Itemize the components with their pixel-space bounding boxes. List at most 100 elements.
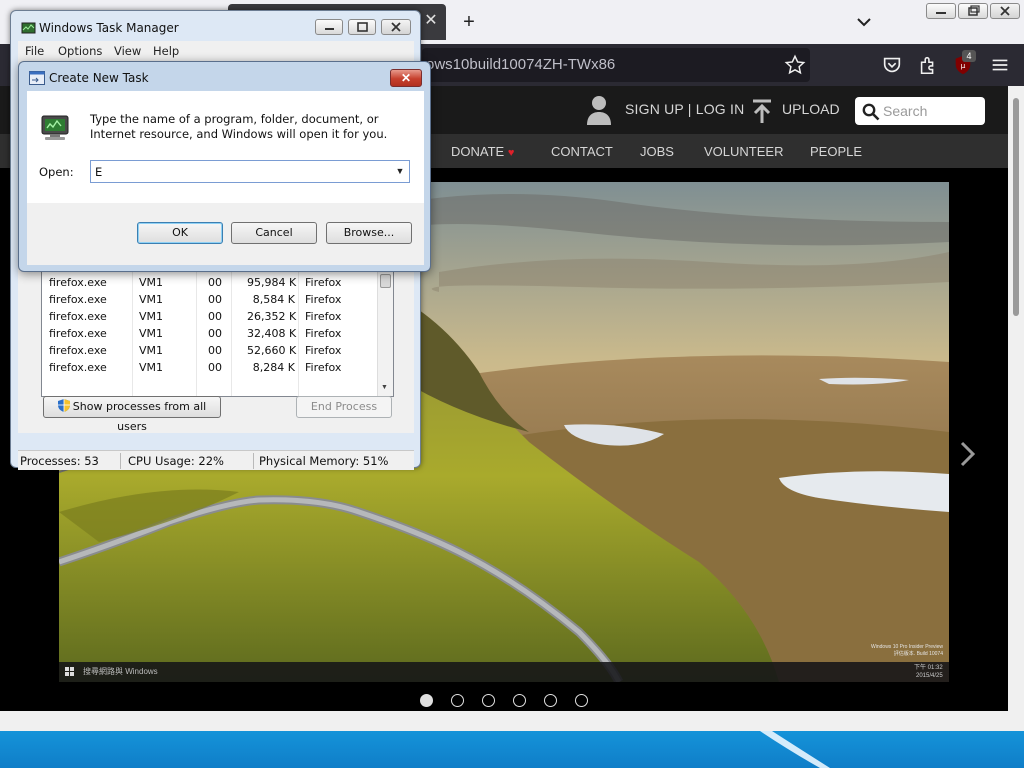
show-all-processes-button[interactable]: Show processes from all users bbox=[43, 396, 221, 433]
nav-jobs[interactable]: JOBS bbox=[640, 144, 674, 159]
status-memory: Physical Memory: 51% bbox=[259, 454, 389, 468]
process-list-scroll-thumb[interactable] bbox=[380, 274, 391, 288]
run-program-icon bbox=[41, 115, 69, 140]
process-row[interactable]: firefox.exe VM1 00 32,408 K Firefox bbox=[42, 325, 379, 342]
nav-donate[interactable]: DONATE ♥ bbox=[451, 144, 514, 159]
tm-close-button[interactable] bbox=[381, 19, 411, 35]
browser-bottom-strip bbox=[0, 711, 1024, 731]
signup-login-link[interactable]: SIGN UP | LOG IN bbox=[625, 101, 744, 117]
tm-menubar: File Options View Help bbox=[18, 41, 414, 61]
process-cpu: 00 bbox=[208, 361, 222, 374]
menu-help[interactable]: Help bbox=[153, 44, 179, 58]
menu-view[interactable]: View bbox=[114, 44, 141, 58]
windows-start-icon bbox=[65, 667, 74, 676]
process-mem: 32,408 K bbox=[247, 327, 297, 340]
status-cpu: CPU Usage: 22% bbox=[128, 454, 224, 468]
taskbar-clock: 下午 01:32 2015/4/25 bbox=[914, 665, 943, 679]
process-cpu: 00 bbox=[208, 276, 222, 289]
process-name: firefox.exe bbox=[49, 276, 107, 289]
window-close-button[interactable] bbox=[990, 3, 1020, 19]
task-manager-title: Windows Task Manager bbox=[39, 21, 179, 35]
hamburger-menu-icon[interactable] bbox=[989, 54, 1011, 76]
search-input[interactable] bbox=[883, 101, 981, 121]
end-process-button[interactable]: End Process bbox=[296, 396, 392, 418]
dialog-description: Type the name of a program, folder, docu… bbox=[90, 112, 388, 141]
slider-dot[interactable] bbox=[575, 694, 588, 707]
tab-close-icon[interactable]: ✕ bbox=[420, 10, 442, 32]
slide-taskbar: 搜尋網路與 Windows 下午 01:32 2015/4/25 bbox=[59, 662, 949, 682]
nav-people[interactable]: PEOPLE bbox=[810, 144, 862, 159]
tm-maximize-button[interactable] bbox=[348, 19, 376, 35]
process-row[interactable]: firefox.exe VM1 00 8,284 K Firefox bbox=[42, 359, 379, 376]
status-processes: Processes: 53 bbox=[20, 454, 99, 468]
process-mem: 95,984 K bbox=[247, 276, 297, 289]
run-dialog-icon bbox=[29, 71, 45, 85]
pocket-icon[interactable] bbox=[881, 54, 903, 76]
process-list-scrollbar[interactable]: ▲ ▼ bbox=[377, 262, 393, 396]
dialog-close-button[interactable]: ✕ bbox=[390, 69, 422, 87]
process-user: VM1 bbox=[139, 293, 164, 306]
process-name: firefox.exe bbox=[49, 293, 107, 306]
extensions-icon[interactable] bbox=[917, 54, 939, 76]
upload-icon[interactable] bbox=[751, 98, 773, 124]
tab-list-chevron-icon[interactable] bbox=[852, 10, 876, 34]
scrollbar-thumb[interactable] bbox=[1013, 98, 1019, 316]
open-label: Open: bbox=[39, 165, 74, 179]
slider-dot[interactable] bbox=[513, 694, 526, 707]
browse-button[interactable]: Browse... bbox=[326, 222, 412, 244]
process-desc: Firefox bbox=[305, 344, 342, 357]
menu-file[interactable]: File bbox=[25, 44, 44, 58]
tm-status-bar: Processes: 53 CPU Usage: 22% Physical Me… bbox=[18, 450, 414, 470]
task-manager-icon bbox=[21, 22, 36, 34]
dialog-body: Type the name of a program, folder, docu… bbox=[27, 91, 424, 265]
open-input[interactable] bbox=[95, 163, 385, 180]
process-name: firefox.exe bbox=[49, 310, 107, 323]
process-mem: 26,352 K bbox=[247, 310, 297, 323]
user-icon[interactable] bbox=[586, 94, 612, 126]
process-row[interactable]: firefox.exe VM1 00 8,584 K Firefox bbox=[42, 291, 379, 308]
slider-next-arrow-icon[interactable] bbox=[958, 440, 978, 468]
process-desc: Firefox bbox=[305, 327, 342, 340]
new-tab-button[interactable]: + bbox=[456, 10, 482, 36]
address-bar[interactable]: ows10build10074ZH-TWx86 bbox=[422, 48, 810, 82]
menu-options[interactable]: Options bbox=[58, 44, 102, 58]
slider-dot[interactable] bbox=[451, 694, 464, 707]
uac-shield-icon bbox=[57, 399, 70, 412]
process-name: firefox.exe bbox=[49, 361, 107, 374]
process-desc: Firefox bbox=[305, 276, 342, 289]
site-search-box[interactable] bbox=[855, 97, 985, 125]
dialog-title: Create New Task bbox=[49, 71, 149, 85]
process-user: VM1 bbox=[139, 276, 164, 289]
create-new-task-dialog[interactable]: Create New Task ✕ Type the name of a pro… bbox=[18, 61, 431, 272]
process-user: VM1 bbox=[139, 310, 164, 323]
browser-vertical-scrollbar[interactable] bbox=[1008, 86, 1024, 731]
process-mem: 52,660 K bbox=[247, 344, 297, 357]
process-name: firefox.exe bbox=[49, 327, 107, 340]
process-row[interactable]: firefox.exe VM1 00 52,660 K Firefox bbox=[42, 342, 379, 359]
nav-volunteer[interactable]: VOLUNTEER bbox=[704, 144, 783, 159]
process-cpu: 00 bbox=[208, 293, 222, 306]
process-cpu: 00 bbox=[208, 310, 222, 323]
cancel-button[interactable]: Cancel bbox=[231, 222, 317, 244]
window-minimize-button[interactable] bbox=[926, 3, 956, 19]
slider-dot[interactable] bbox=[482, 694, 495, 707]
slider-dot[interactable] bbox=[420, 694, 433, 707]
open-combobox[interactable]: ▼ bbox=[90, 160, 410, 183]
process-cpu: 00 bbox=[208, 327, 222, 340]
process-row[interactable]: firefox.exe VM1 00 26,352 K Firefox bbox=[42, 308, 379, 325]
slider-dot[interactable] bbox=[544, 694, 557, 707]
bookmark-star-icon[interactable] bbox=[784, 54, 806, 76]
upload-link[interactable]: UPLOAD bbox=[782, 101, 840, 117]
search-icon bbox=[862, 103, 880, 121]
nav-contact[interactable]: CONTACT bbox=[551, 144, 613, 159]
process-mem: 8,584 K bbox=[252, 293, 295, 306]
ublock-count-badge: 4 bbox=[962, 50, 976, 62]
combobox-dropdown-arrow-icon[interactable]: ▼ bbox=[391, 161, 409, 182]
window-restore-button[interactable] bbox=[958, 3, 988, 19]
process-row[interactable]: firefox.exe VM1 00 95,984 K Firefox bbox=[42, 274, 379, 291]
process-desc: Firefox bbox=[305, 361, 342, 374]
process-list[interactable]: Everything.exeVM10027,064 KEverythingfir… bbox=[41, 261, 394, 397]
ok-button[interactable]: OK bbox=[137, 222, 223, 244]
tm-minimize-button[interactable] bbox=[315, 19, 343, 35]
svg-text:μ: μ bbox=[961, 61, 966, 70]
